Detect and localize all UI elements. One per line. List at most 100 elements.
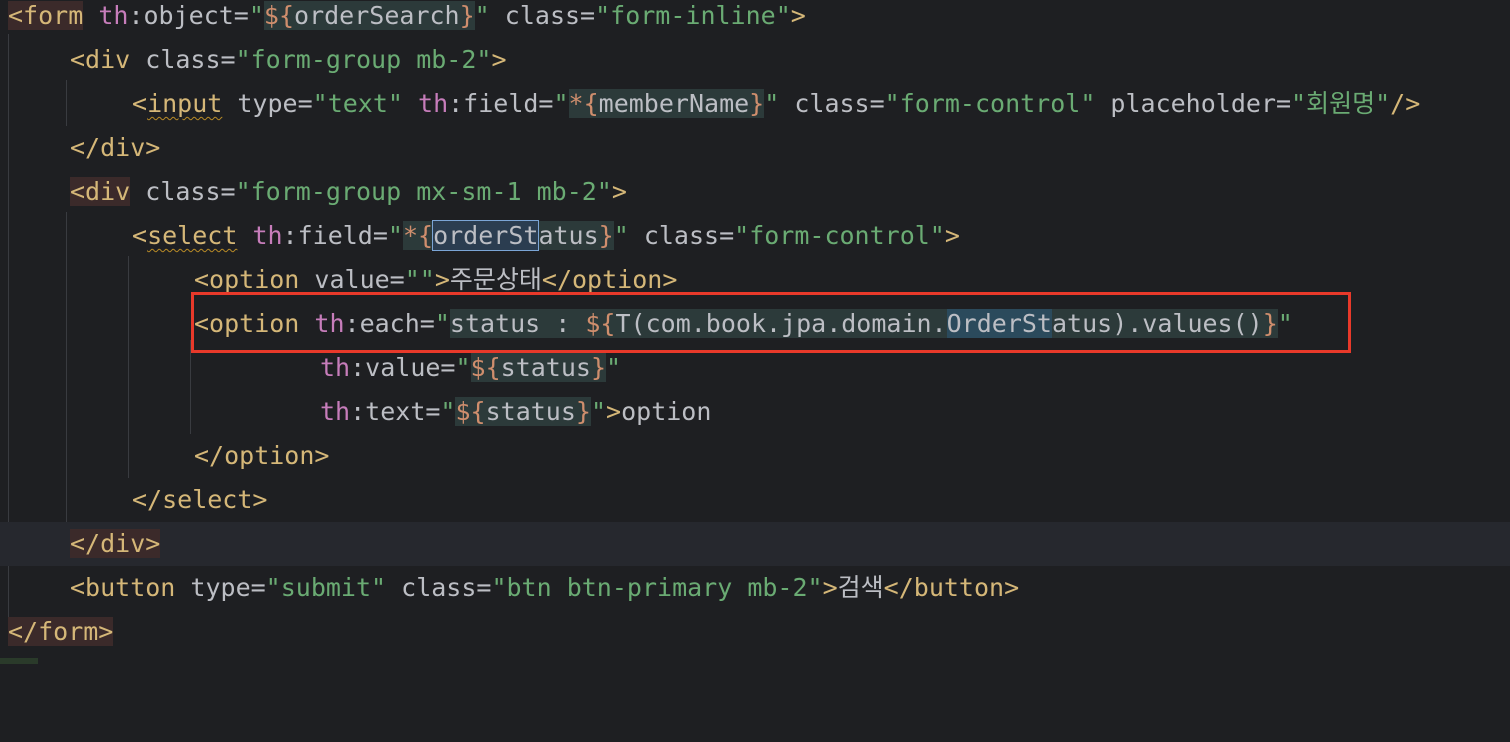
token: "form-control"	[734, 221, 945, 250]
token: "	[474, 1, 490, 30]
code-line-6[interactable]: <select th:field="*{orderStatus}" class=…	[0, 214, 1510, 258]
token: :object=	[128, 1, 249, 30]
token: class=	[779, 89, 885, 118]
token: >	[606, 397, 622, 426]
token: >	[822, 573, 838, 602]
token: ${	[585, 309, 616, 338]
selected-text[interactable]: orderSt	[432, 220, 540, 251]
token: placeholder=	[1095, 89, 1292, 118]
token: th	[418, 89, 449, 118]
token: th	[252, 221, 283, 250]
token: <	[132, 89, 148, 118]
token: <button	[70, 573, 176, 602]
token: :value=	[350, 353, 456, 382]
code-line-14[interactable]: <button type="submit" class="btn btn-pri…	[0, 566, 1510, 610]
token: </form>	[8, 617, 114, 646]
token: </select>	[132, 485, 268, 514]
occurrence-highlight: OrderSt	[946, 309, 1052, 338]
token: "btn btn-primary mb-2"	[491, 573, 823, 602]
token: "form-inline"	[595, 1, 791, 30]
token: }	[598, 221, 614, 250]
token: ${	[455, 397, 486, 426]
token: *{	[568, 89, 599, 118]
token: </option>	[194, 441, 330, 470]
token: "form-group mb-2"	[235, 45, 492, 74]
token: >	[491, 45, 507, 74]
code-line-15[interactable]: </form>	[0, 610, 1510, 654]
token: </button>	[883, 573, 1020, 602]
token: :each=	[344, 309, 435, 338]
token: "	[248, 1, 264, 30]
token: <div	[70, 45, 131, 74]
token: input	[147, 89, 223, 118]
token: }	[749, 89, 765, 118]
token: status	[485, 397, 576, 426]
token: atus).values()	[1051, 309, 1263, 338]
token: value=	[299, 265, 405, 294]
code-line-4[interactable]: </div>	[0, 126, 1510, 170]
token: >	[434, 265, 450, 294]
token: "	[764, 89, 780, 118]
token: "	[455, 353, 471, 382]
token: }	[459, 1, 475, 30]
token: ${	[263, 1, 295, 30]
code-line-11[interactable]: </option>	[0, 434, 1510, 478]
code-line-8[interactable]: <option th:each="status : ${T(com.book.j…	[0, 302, 1510, 346]
code-editor[interactable]: <form th:object="${orderSearch}" class="…	[0, 0, 1510, 664]
token: "	[590, 397, 607, 426]
token: class=	[386, 573, 492, 602]
token: >	[790, 1, 806, 30]
token: "form-control"	[884, 89, 1096, 118]
code-line-3[interactable]: <input type="text" th:field= " *{memberNam…	[0, 82, 1510, 126]
token: >	[611, 177, 627, 206]
token: atus	[538, 221, 599, 250]
gutter-marker	[0, 658, 38, 664]
code-line-13[interactable]: </div>	[0, 522, 1510, 566]
token: *{	[402, 221, 434, 250]
code-line-10[interactable]: th:text="${status}">option	[0, 390, 1510, 434]
code-line-12[interactable]: </select>	[0, 478, 1510, 522]
token: :text=	[350, 397, 441, 426]
token: "form-group mx-sm-1 mb-2"	[235, 177, 612, 206]
token: "	[1277, 309, 1293, 338]
token: ${	[470, 353, 501, 382]
token: class=	[130, 45, 236, 74]
token: option	[621, 397, 712, 426]
token: class=	[628, 221, 735, 250]
token: >	[944, 221, 960, 250]
code-line-9[interactable]: th:value="${status}"	[0, 346, 1510, 390]
token: th	[98, 1, 129, 30]
token: "	[387, 221, 403, 250]
token: th	[320, 397, 351, 426]
code-line-1[interactable]: <form th:object="${orderSearch}" class="…	[0, 0, 1510, 38]
token: T(com.book.jpa.domain.	[615, 309, 947, 338]
token: "text"	[312, 89, 403, 118]
token: select	[147, 221, 238, 250]
token: :field=	[448, 89, 554, 118]
token: th	[314, 309, 345, 338]
token: <	[132, 221, 148, 250]
token: }	[1262, 309, 1278, 338]
token: />	[1390, 89, 1421, 118]
token: <option	[194, 265, 300, 294]
token: <form	[8, 1, 84, 30]
token: </option>	[541, 265, 678, 294]
token: orderSearch	[294, 1, 460, 30]
code-line-5[interactable]: <div class="form-group mx-sm-1 mb-2">	[0, 170, 1510, 214]
token: "	[613, 221, 629, 250]
token: }	[590, 353, 607, 382]
token: type=	[222, 89, 313, 118]
code-line-7[interactable]: <option value="">주문상태</option>	[0, 258, 1510, 302]
token: <div	[70, 177, 131, 206]
token: 주문상태	[449, 265, 542, 294]
token: ""	[404, 265, 435, 294]
token: type=	[175, 573, 266, 602]
code-line-2[interactable]: <div class="form-group mb-2">	[0, 38, 1510, 82]
token: }	[575, 397, 591, 426]
token: memberName	[598, 89, 750, 118]
token: "	[606, 353, 622, 382]
